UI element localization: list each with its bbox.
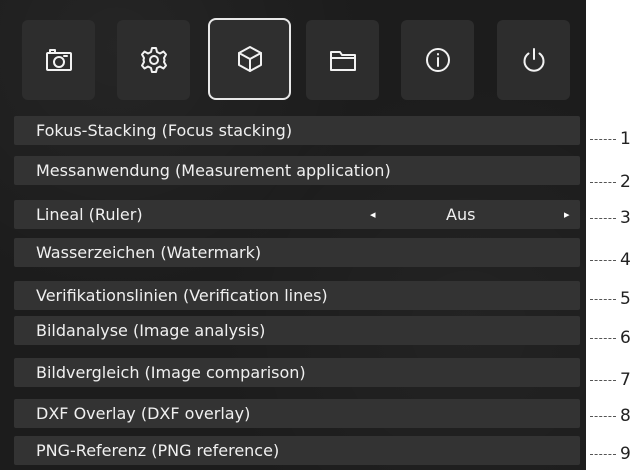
callout-leader-line	[590, 299, 616, 300]
ruler-value: Aus	[446, 205, 476, 224]
tab-power[interactable]	[497, 20, 570, 100]
callout-leader-line	[590, 380, 616, 381]
callout-leader-line	[590, 260, 616, 261]
menu-panel: Fokus-Stacking (Focus stacking) Messanwe…	[0, 0, 586, 470]
callout-1: 1	[586, 129, 640, 149]
tab-info[interactable]	[401, 20, 474, 100]
callout-3: 3	[586, 208, 640, 228]
callout-number: 3	[620, 208, 631, 228]
callout-leader-line	[590, 139, 616, 140]
camera-icon	[45, 49, 72, 71]
callout-8: 8	[586, 406, 640, 426]
menu-item-label: Lineal (Ruler)	[36, 205, 143, 224]
menu-item-label: Fokus-Stacking (Focus stacking)	[36, 121, 293, 140]
menu-item-label: Messanwendung (Measurement application)	[36, 161, 391, 180]
callout-9: 9	[586, 444, 640, 464]
callout-6: 6	[586, 328, 640, 348]
menu-item-focus-stacking[interactable]: Fokus-Stacking (Focus stacking)	[14, 116, 580, 145]
cube-icon	[237, 46, 262, 72]
next-value-arrow-icon[interactable]: ▸	[564, 200, 570, 229]
menu-item-label: Wasserzeichen (Watermark)	[36, 243, 262, 262]
menu-item-label: DXF Overlay (DXF overlay)	[36, 404, 251, 423]
callout-number: 4	[620, 250, 631, 270]
callout-number: 9	[620, 444, 631, 464]
callout-7: 7	[586, 370, 640, 390]
menu-item-label: Bildanalyse (Image analysis)	[36, 321, 266, 340]
callout-leader-line	[590, 416, 616, 417]
previous-value-arrow-icon[interactable]: ◂	[370, 200, 376, 229]
menu-item-label: Bildvergleich (Image comparison)	[36, 363, 306, 382]
menu-item-image-comparison[interactable]: Bildvergleich (Image comparison)	[14, 358, 580, 387]
tab-settings[interactable]	[117, 20, 190, 100]
gear-icon	[140, 47, 167, 73]
icon-tab-bar	[22, 18, 582, 104]
callout-5: 5	[586, 289, 640, 309]
menu-item-measurement-application[interactable]: Messanwendung (Measurement application)	[14, 156, 580, 185]
menu-item-label: PNG-Referenz (PNG reference)	[36, 441, 280, 460]
callout-leader-line	[590, 338, 616, 339]
tab-camera[interactable]	[22, 20, 95, 100]
menu-item-ruler[interactable]: Lineal (Ruler) ◂ Aus ▸	[14, 200, 580, 229]
menu-item-watermark[interactable]: Wasserzeichen (Watermark)	[14, 238, 580, 267]
folder-icon	[329, 51, 356, 71]
callout-leader-line	[590, 218, 616, 219]
power-icon	[523, 48, 544, 72]
menu-item-image-analysis[interactable]: Bildanalyse (Image analysis)	[14, 316, 580, 345]
callout-leader-line	[590, 182, 616, 183]
callout-number: 8	[620, 406, 631, 426]
callout-2: 2	[586, 172, 640, 192]
info-icon	[425, 48, 450, 72]
callout-number: 7	[620, 370, 631, 390]
callout-4: 4	[586, 250, 640, 270]
callout-number: 6	[620, 328, 631, 348]
menu-item-label: Verifikationslinien (Verification lines)	[36, 286, 328, 305]
callout-leader-line	[590, 454, 616, 455]
tab-files[interactable]	[306, 20, 379, 100]
menu-item-png-reference[interactable]: PNG-Referenz (PNG reference)	[14, 436, 580, 465]
menu-item-verification-lines[interactable]: Verifikationslinien (Verification lines)	[14, 281, 580, 310]
callout-number: 5	[620, 289, 631, 309]
tab-applications[interactable]	[208, 18, 291, 100]
callout-number: 2	[620, 172, 631, 192]
callout-number: 1	[620, 129, 631, 149]
menu-item-dxf-overlay[interactable]: DXF Overlay (DXF overlay)	[14, 399, 580, 428]
